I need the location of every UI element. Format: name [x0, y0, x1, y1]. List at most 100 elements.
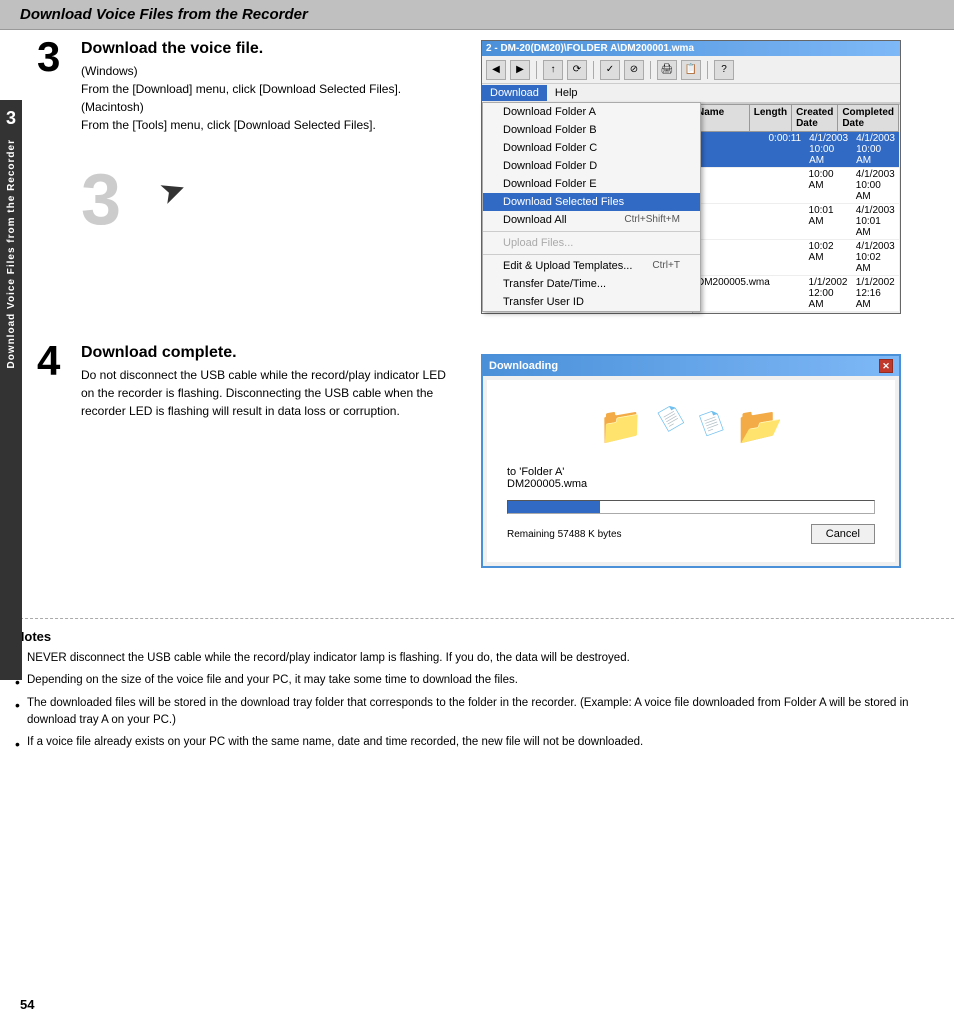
dropdown-folder-a[interactable]: Download Folder A: [483, 103, 700, 121]
toolbar-sep-2: [593, 61, 594, 79]
arrow-pointer: ➤: [156, 171, 189, 210]
step4-body: Do not disconnect the USB cable while th…: [81, 366, 461, 420]
step3-title: Download the voice file.: [81, 40, 461, 58]
dialog-footer: Remaining 57488 K bytes Cancel: [497, 520, 885, 552]
dropdown-folder-c[interactable]: Download Folder C: [483, 139, 700, 157]
dialog-close-button[interactable]: ✕: [879, 359, 893, 373]
file-length-1: 0:00:11: [765, 132, 806, 167]
page-number: 54: [20, 997, 34, 1012]
win-menu-bar: Download Help Download Folder A Download…: [482, 84, 900, 103]
toolbar-btn-1[interactable]: ◀: [486, 60, 506, 80]
step4-row: 4 Download complete. Do not disconnect t…: [37, 344, 939, 568]
file-completed-1: 4/1/2003 10:00 AM: [852, 132, 899, 167]
toolbar-sep-1: [536, 61, 537, 79]
dropdown-folder-e[interactable]: Download Folder E: [483, 175, 700, 193]
dropdown-menu: Download Folder A Download Folder B Down…: [482, 102, 701, 312]
toolbar-btn-6[interactable]: ⊘: [624, 60, 644, 80]
file-name-2: [693, 168, 774, 203]
step4-content: Download complete. Do not disconnect the…: [81, 344, 461, 420]
toolbar-btn-9[interactable]: ?: [714, 60, 734, 80]
big-step3-label: 3: [81, 164, 121, 236]
toolbar-btn-8[interactable]: 📋: [681, 60, 701, 80]
file-length-5: [774, 276, 804, 311]
header-created: Created Date: [792, 105, 838, 131]
dropdown-folder-d[interactable]: Download Folder D: [483, 157, 700, 175]
notes-section: Notes NEVER disconnect the USB cable whi…: [0, 618, 954, 751]
side-tab-number: 3: [6, 108, 16, 129]
screenshot1-panel: 2 - DM-20(DM20)\FOLDER A\DM200001.wma ◀ …: [481, 40, 901, 314]
dropdown-sep-1: [483, 231, 700, 232]
file-length-2: [774, 168, 804, 203]
win-title-bar: 2 - DM-20(DM20)\FOLDER A\DM200001.wma: [482, 41, 900, 56]
downloading-dialog: Downloading ✕ 📁 📄 📄 📂: [481, 354, 901, 568]
flying-file-icon: 📄: [654, 401, 688, 435]
toolbar-sep-3: [650, 61, 651, 79]
toolbar-btn-4[interactable]: ⟳: [567, 60, 587, 80]
progress-bar-container: [507, 500, 875, 514]
file-completed-4: 4/1/2003 10:02 AM: [852, 240, 899, 275]
dropdown-transfer-date[interactable]: Transfer Date/Time...: [483, 275, 700, 293]
file-created-1: 4/1/2003 10:00 AM: [805, 132, 852, 167]
dropdown-transfer-user[interactable]: Transfer User ID: [483, 293, 700, 311]
file-name-5: DM200005.wma: [693, 276, 774, 311]
file-created-2: 10:00 AM: [805, 168, 852, 203]
dropdown-sep-2: [483, 254, 700, 255]
dialog-title-text: Downloading: [489, 360, 558, 372]
file-row-5[interactable]: DM200005.wma 1/1/2002 12:00 AM 1/1/2002 …: [693, 276, 899, 312]
toolbar-area: ◀ ▶ ↑ ⟳ ✓ ⊘ 🖨 📋 ?: [482, 56, 900, 84]
screenshot2-panel: Downloading ✕ 📁 📄 📄 📂: [481, 344, 901, 568]
file-row-3[interactable]: 10:01 AM 4/1/2003 10:01 AM: [693, 204, 899, 240]
dropdown-edit-templates[interactable]: Edit & Upload Templates... Ctrl+T: [483, 257, 700, 275]
file-name-3: [693, 204, 774, 239]
toolbar-btn-7[interactable]: 🖨: [657, 60, 677, 80]
note-item-3: The downloaded files will be stored in t…: [15, 695, 939, 730]
step3-windows-desc: From the [Download] menu, click [Downloa…: [81, 82, 401, 96]
file-length-4: [774, 240, 804, 275]
file-name-4: [693, 240, 774, 275]
file-created-4: 10:02 AM: [805, 240, 852, 275]
side-tab: 3 Download Voice Files from the Recorder: [0, 100, 22, 680]
file-completed-3: 4/1/2003 10:01 AM: [852, 204, 899, 239]
step3-macintosh-desc: From the [Tools] menu, click [Download S…: [81, 118, 376, 132]
step3-macintosh-label: (Macintosh): [81, 100, 144, 114]
file-row-2[interactable]: 10:00 AM 4/1/2003 10:00 AM: [693, 168, 899, 204]
dialog-body: 📁 📄 📄 📂 to 'Folder A' DM200005.wma: [487, 380, 895, 562]
note-item-4: If a voice file already exists on your P…: [15, 734, 939, 751]
page-header: Download Voice Files from the Recorder: [0, 0, 954, 30]
dialog-filename: DM200005.wma: [507, 478, 875, 490]
file-row-4[interactable]: 10:02 AM 4/1/2003 10:02 AM: [693, 240, 899, 276]
dialog-folder-area: 📁 📄 📄 📂: [497, 390, 885, 462]
toolbar-btn-2[interactable]: ▶: [510, 60, 530, 80]
file-list: Name Length Created Date Completed Date …: [692, 104, 900, 313]
menu-help[interactable]: Help: [547, 85, 586, 101]
dropdown-upload: Upload Files...: [483, 234, 700, 252]
file-row-1[interactable]: 0:00:11 4/1/2003 10:00 AM 4/1/2003 10:00…: [693, 132, 899, 168]
cancel-button[interactable]: Cancel: [811, 524, 875, 544]
step3-row: 3 Download the voice file. (Windows) Fro…: [37, 40, 939, 314]
toolbar-btn-3[interactable]: ↑: [543, 60, 563, 80]
win-title-text: 2 - DM-20(DM20)\FOLDER A\DM200001.wma: [486, 43, 694, 54]
menu-download[interactable]: Download: [482, 85, 547, 101]
step3-windows-label: (Windows): [81, 64, 138, 78]
file-length-3: [774, 204, 804, 239]
toolbar-sep-4: [707, 61, 708, 79]
file-list-header: Name Length Created Date Completed Date: [693, 105, 899, 132]
notes-title: Notes: [15, 629, 939, 644]
dialog-title-bar: Downloading ✕: [483, 356, 899, 376]
flying-file-icon-2: 📄: [695, 407, 727, 439]
dropdown-folder-b[interactable]: Download Folder B: [483, 121, 700, 139]
side-tab-text: Download Voice Files from the Recorder: [6, 139, 17, 369]
dialog-to-folder: to 'Folder A': [507, 466, 875, 478]
step3-body: (Windows) From the [Download] menu, clic…: [81, 62, 461, 134]
dialog-destination: to 'Folder A' DM200005.wma: [497, 462, 885, 494]
file-completed-2: 4/1/2003 10:00 AM: [852, 168, 899, 203]
header-completed: Completed Date: [838, 105, 899, 131]
toolbar-btn-5[interactable]: ✓: [600, 60, 620, 80]
note-item-1: NEVER disconnect the USB cable while the…: [15, 650, 939, 667]
step4-title: Download complete.: [81, 344, 461, 362]
dropdown-selected-files[interactable]: Download Selected Files: [483, 193, 700, 211]
dropdown-all[interactable]: Download All Ctrl+Shift+M: [483, 211, 700, 229]
file-name-1: [693, 132, 765, 167]
file-created-5: 1/1/2002 12:00 AM: [805, 276, 852, 311]
target-folder-icon: 📂: [738, 405, 783, 447]
